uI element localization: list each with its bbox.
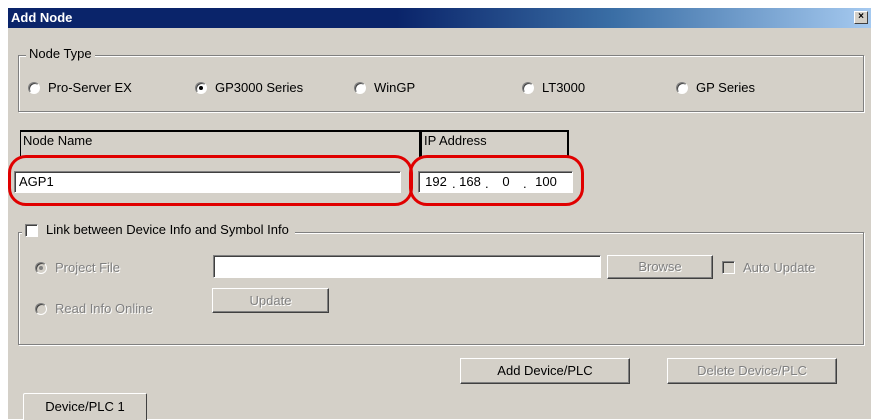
delete-device-plc-button[interactable]: Delete Device/PLC [667, 358, 837, 384]
ip-address-header: IP Address [421, 130, 569, 158]
ip-octet-4[interactable]: 100 [531, 172, 561, 192]
browse-button[interactable]: Browse [607, 255, 713, 279]
radio-label: GP3000 Series [215, 80, 304, 95]
radio-lt3000[interactable]: LT3000 [522, 80, 585, 96]
radio-label: Pro-Server EX [48, 80, 132, 95]
radio-indicator [354, 82, 366, 94]
node-name-header: Node Name [20, 130, 421, 158]
radio-indicator [522, 82, 534, 94]
radio-label: WinGP [374, 80, 416, 95]
radio-wingp[interactable]: WinGP [354, 80, 415, 96]
ip-address-input[interactable]: 192 . 168 . 0 . 100 [418, 171, 573, 193]
radio-read-info-online[interactable]: Read Info Online [35, 301, 153, 317]
radio-indicator [35, 262, 47, 274]
link-device-symbol-checkbox[interactable]: Link between Device Info and Symbol Info [22, 221, 295, 239]
ip-separator: . [523, 176, 527, 191]
radio-indicator [35, 303, 47, 315]
ip-octet-1[interactable]: 192 [421, 172, 451, 192]
radio-pro-server-ex[interactable]: Pro-Server EX [28, 80, 132, 96]
add-device-plc-button[interactable]: Add Device/PLC [460, 358, 630, 384]
radio-indicator [28, 82, 40, 94]
node-type-legend: Node Type [26, 46, 95, 62]
ip-octet-2[interactable]: 168 [457, 172, 483, 192]
radio-label: Project File [55, 260, 121, 275]
radio-gp3000-series[interactable]: GP3000 Series [195, 80, 303, 96]
dialog-title: Add Node [11, 10, 73, 25]
ip-separator: . [485, 176, 489, 191]
radio-gp-series[interactable]: GP Series [676, 80, 755, 96]
radio-label: LT3000 [542, 80, 586, 95]
radio-label: Read Info Online [55, 301, 153, 316]
node-name-input[interactable]: AGP1 [14, 171, 401, 193]
tab-device-plc-1[interactable]: Device/PLC 1 [23, 393, 147, 420]
title-bar[interactable]: Add Node × [8, 8, 871, 28]
checkbox-label: Link between Device Info and Symbol Info [46, 222, 289, 237]
auto-update-checkbox[interactable]: Auto Update [722, 260, 815, 275]
checkbox-label: Auto Update [743, 260, 816, 275]
radio-indicator [195, 82, 207, 94]
project-file-input[interactable] [213, 255, 601, 278]
ip-separator: . [452, 176, 456, 191]
close-icon[interactable]: × [854, 11, 868, 24]
radio-project-file[interactable]: Project File [35, 260, 120, 276]
update-button[interactable]: Update [212, 288, 329, 313]
ip-octet-3[interactable]: 0 [491, 172, 521, 192]
radio-indicator [676, 82, 688, 94]
add-node-dialog: Add Node × Node Type Pro-Server EX GP300… [7, 7, 871, 420]
checkbox-indicator [722, 261, 735, 274]
checkbox-indicator [25, 223, 38, 237]
radio-label: GP Series [696, 80, 756, 95]
link-group [18, 232, 864, 345]
